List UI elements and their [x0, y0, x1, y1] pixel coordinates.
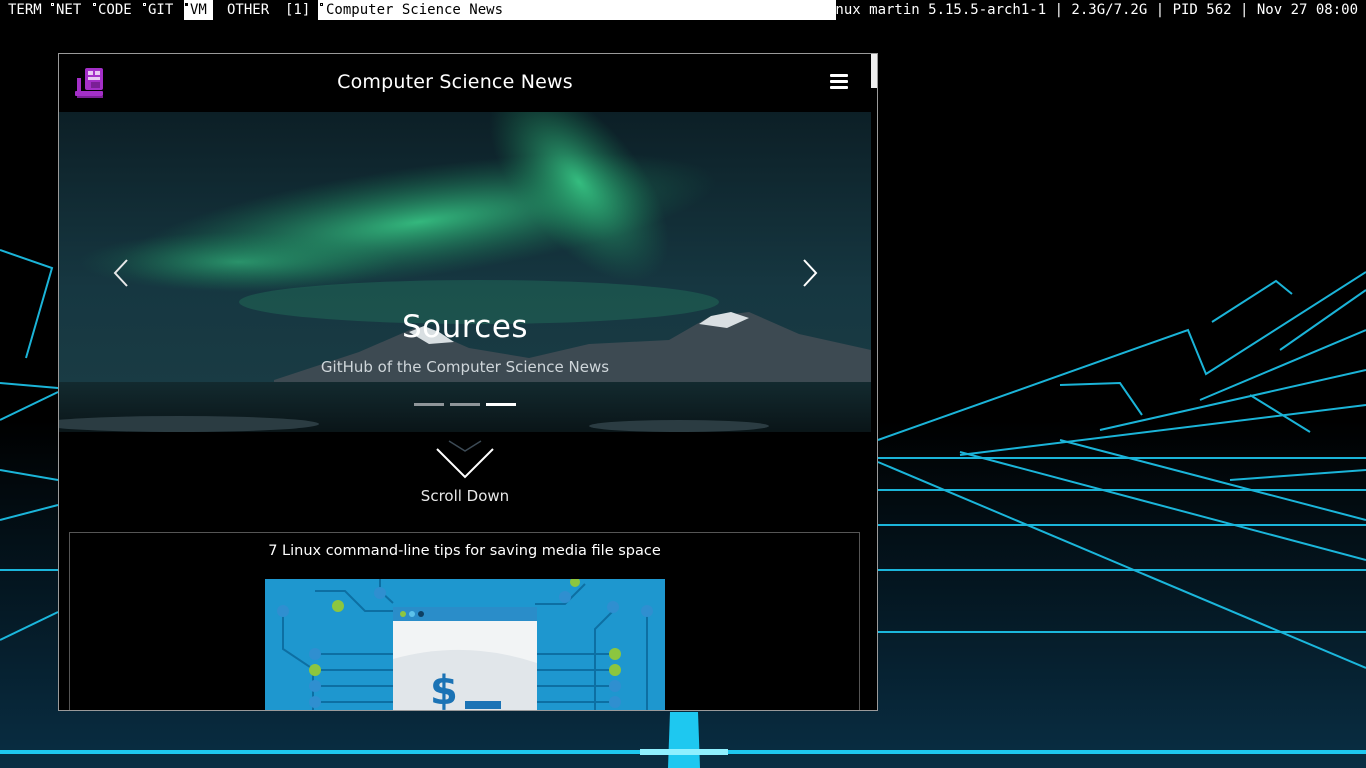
scroll-down-link[interactable]: Scroll Down: [59, 439, 871, 509]
workspace-marker-icon: [51, 3, 54, 6]
workspace-label: NET: [56, 2, 82, 18]
hamburger-icon[interactable]: [830, 74, 848, 90]
scroll-down-label: Scroll Down: [420, 487, 510, 505]
browser-window[interactable]: Computer Science News Sources GitHub of …: [58, 53, 878, 711]
workspace-marker-icon: [93, 3, 96, 6]
site-navbar: Computer Science News: [59, 54, 871, 112]
workspace-other[interactable]: OTHER: [221, 0, 275, 20]
workspace-label: GIT: [148, 2, 174, 18]
window-marker-icon: [320, 3, 323, 6]
workspace-vm[interactable]: VM: [184, 0, 213, 20]
article-card[interactable]: 7 Linux command-line tips for saving med…: [69, 532, 860, 711]
chevron-down-icon: [436, 440, 494, 479]
carousel-indicator[interactable]: [450, 403, 480, 406]
chevron-right-icon[interactable]: [799, 258, 821, 288]
workspace-label: TERM: [8, 2, 42, 18]
aurora-slide-image: [59, 112, 871, 432]
slide-subtitle[interactable]: GitHub of the Computer Science News: [59, 358, 871, 376]
hero-carousel[interactable]: Sources GitHub of the Computer Science N…: [59, 112, 871, 432]
article-title[interactable]: 7 Linux command-line tips for saving med…: [70, 543, 859, 559]
workspace-marker-icon: [143, 3, 146, 6]
workspace-marker-icon: [185, 3, 188, 6]
focused-window-title: Computer Science News: [318, 0, 836, 20]
status-bar: TERM NET CODE GIT VM OTHER [1] Computer …: [0, 0, 1366, 20]
chevron-left-icon[interactable]: [110, 258, 132, 288]
workspace-code[interactable]: CODE: [92, 0, 138, 20]
carousel-indicator[interactable]: [414, 403, 444, 406]
site-title[interactable]: Computer Science News: [59, 71, 851, 93]
system-status: Linux martin 5.15.5-arch1-1 | 2.3G/7.2G …: [818, 2, 1358, 18]
carousel-indicator-active[interactable]: [486, 403, 516, 406]
workspace-label: CODE: [98, 2, 132, 18]
layout-indicator[interactable]: [1]: [279, 0, 316, 20]
dollar-document-icon[interactable]: $: [265, 579, 665, 711]
workspace-term[interactable]: TERM: [2, 0, 48, 20]
workspace-git[interactable]: GIT: [142, 0, 179, 20]
window-title-text: Computer Science News: [326, 2, 504, 18]
workspace-label: OTHER: [227, 2, 270, 18]
workspace-net[interactable]: NET: [50, 0, 87, 20]
svg-text:$: $: [430, 668, 458, 711]
slide-title: Sources: [401, 309, 529, 345]
scrollbar-thumb[interactable]: [871, 54, 877, 88]
workspace-label: VM: [190, 2, 207, 18]
